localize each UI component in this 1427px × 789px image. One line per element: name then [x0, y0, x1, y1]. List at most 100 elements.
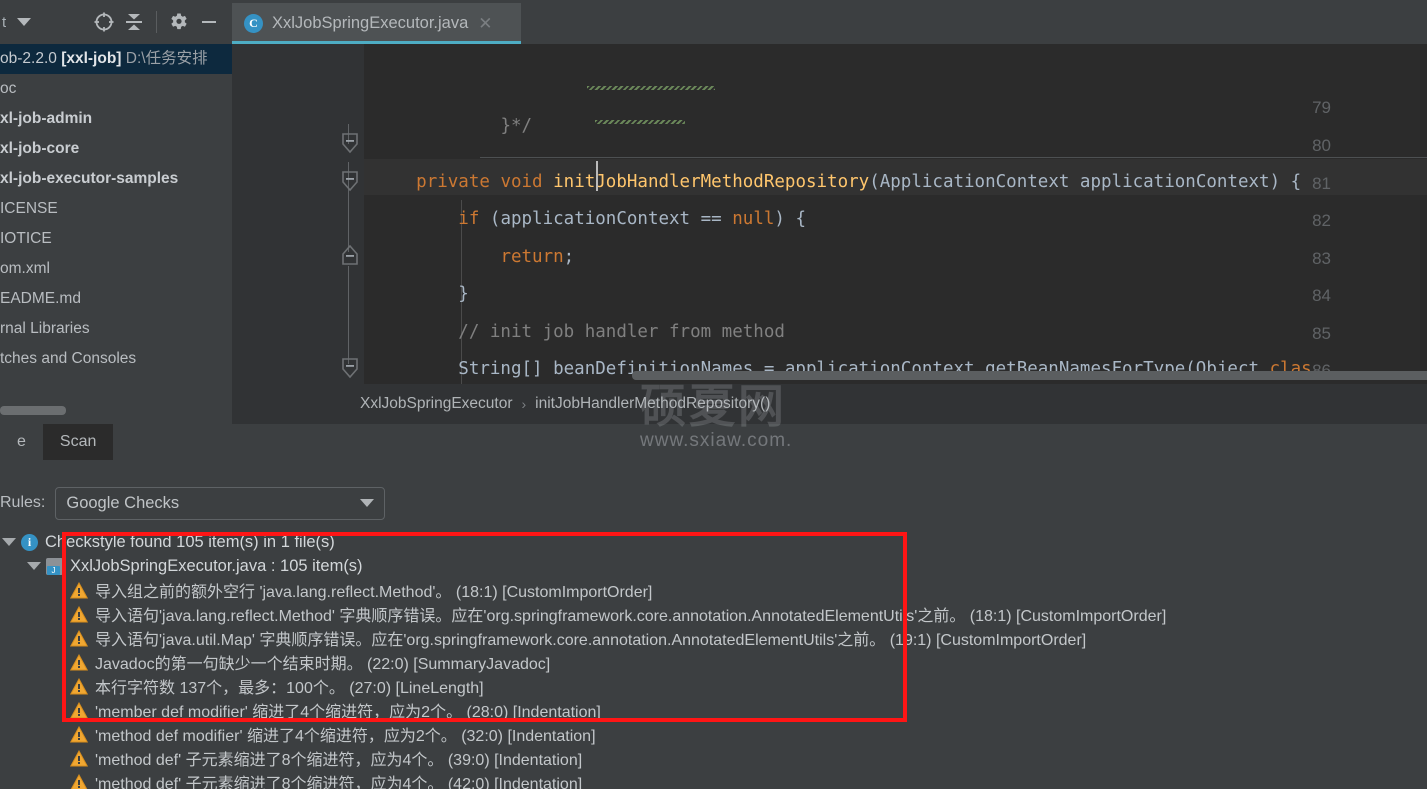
code-token: ) { [774, 209, 807, 229]
tree-item-label: tches and Consoles [0, 350, 137, 367]
crosshair-target-icon[interactable] [89, 7, 119, 37]
project-tree[interactable]: ob-2.2.0 [xxl-job] D:\任务安排 oc xl-job-adm… [0, 44, 232, 424]
toolbar-divider [156, 11, 157, 33]
warning-triangle-icon [69, 605, 89, 623]
project-toolwindow-toolbar: t [0, 0, 232, 44]
close-icon[interactable]: ✕ [478, 14, 492, 34]
checkstyle-tab-bar: e Scan [0, 424, 114, 460]
violation-message: 本行字符数 137个，最多：100个。 (27:0) [LineLength] [95, 680, 484, 697]
checkstyle-tab-e[interactable]: e [0, 424, 43, 460]
breadcrumb[interactable]: XxlJobSpringExecutor › initJobHandlerMet… [232, 384, 1427, 424]
code-token: } [374, 284, 469, 304]
tree-item-pom-xml[interactable]: om.xml [0, 254, 232, 284]
method-separator-line [480, 157, 1427, 158]
fold-collapse-icon[interactable] [340, 132, 358, 154]
tree-item-label: IOTICE [0, 230, 52, 247]
fold-collapse-icon[interactable] [340, 170, 358, 192]
editor-gutter[interactable] [232, 44, 364, 384]
triangle-down-icon[interactable] [2, 538, 16, 546]
violation-row[interactable]: 导入语句'java.util.Map' 字典顺序错误。应在'org.spring… [0, 626, 1427, 650]
code-editor[interactable]: 79 80 81 82 83 84 85 86 87 }*/ [232, 44, 1427, 384]
fold-collapse-end-icon[interactable] [340, 244, 358, 265]
tree-item-doc[interactable]: oc [0, 74, 232, 104]
java-class-icon: C [244, 14, 263, 33]
rules-dropdown[interactable]: Google Checks [55, 486, 386, 520]
tree-item-label: oc [0, 80, 17, 97]
chevron-down-icon[interactable] [17, 18, 32, 26]
warning-triangle-icon [69, 725, 89, 743]
code-line-81: private void initJobHandlerMethodReposit… [374, 172, 1301, 192]
violation-row[interactable]: 'method def modifier' 缩进了4个缩进符，应为2个。 (32… [0, 722, 1427, 746]
code-line-83: return; [374, 247, 574, 267]
warning-squiggle [587, 86, 715, 90]
code-token: (applicationContext == [479, 209, 733, 229]
breadcrumb-class[interactable]: XxlJobSpringExecutor [360, 395, 513, 413]
warning-triangle-icon [69, 701, 89, 719]
code-token: return [500, 247, 564, 267]
code-token: (ApplicationContext applicationContext) … [869, 172, 1302, 192]
code-token: private void [416, 172, 554, 192]
tree-item-label: xl-job-executor-samples [0, 170, 179, 187]
rules-label: Rules: [0, 494, 46, 511]
violation-message: Javadoc的第一句缺少一个结束时期。 (22:0) [SummaryJava… [95, 656, 551, 673]
rules-selector-row: Rules: Google Checks [0, 486, 386, 520]
tree-item-external-libraries[interactable]: rnal Libraries [0, 314, 232, 344]
violation-row[interactable]: 'method def' 子元素缩进了8个缩进符，应为4个。 (42:0) [I… [0, 770, 1427, 789]
warning-triangle-icon [69, 749, 89, 767]
violation-message: 'member def modifier' 缩进了4个缩进符，应为2个。 (28… [95, 704, 601, 721]
breadcrumb-method[interactable]: initJobHandlerMethodRepository() [535, 395, 770, 413]
gear-icon[interactable] [164, 7, 194, 37]
tree-item-scratches-and-consoles[interactable]: tches and Consoles [0, 344, 232, 374]
violation-message: 'method def modifier' 缩进了4个缩进符，应为2个。 (32… [95, 728, 596, 745]
checkstyle-panel: e Scan Rules: Google Checks i Checkstyle… [0, 424, 1427, 789]
tree-item-readme-md[interactable]: EADME.md [0, 284, 232, 314]
tree-item-label: xl-job-admin [0, 110, 93, 127]
tree-item-label: xl-job-core [0, 140, 80, 157]
violation-row[interactable]: 导入语句'java.lang.reflect.Method' 字典顺序错误。应在… [0, 602, 1427, 626]
fold-collapse-icon[interactable] [340, 357, 358, 379]
tree-item-xxl-job-core[interactable]: xl-job-core [0, 134, 232, 164]
tree-item-label: rnal Libraries [0, 320, 90, 337]
tree-item-xxl-job-admin[interactable]: xl-job-admin [0, 104, 232, 134]
violation-message: 'method def' 子元素缩进了8个缩进符，应为4个。 (42:0) [I… [95, 776, 583, 789]
toolwindow-title: t [2, 13, 7, 31]
violation-row[interactable]: 本行字符数 137个，最多：100个。 (27:0) [LineLength] [0, 674, 1427, 698]
code-token: ; [563, 247, 575, 267]
violation-message: 'method def' 子元素缩进了8个缩进符，应为4个。 (39:0) [I… [95, 752, 583, 769]
tree-item-label: om.xml [0, 260, 50, 277]
triangle-down-icon[interactable] [27, 562, 41, 570]
checkstyle-results-tree[interactable]: i Checkstyle found 105 item(s) in 1 file… [0, 530, 1427, 789]
code-token: }*/ [458, 116, 533, 136]
violation-row[interactable]: 'member def modifier' 缩进了4个缩进符，应为2个。 (28… [0, 698, 1427, 722]
tab-label: Scan [59, 433, 97, 450]
editor-horizontal-scrollbar[interactable] [632, 371, 1427, 380]
violation-row[interactable]: 导入组之前的额外空行 'java.lang.reflect.Method'。 (… [0, 578, 1427, 602]
info-circle-icon: i [21, 533, 38, 551]
minimize-icon[interactable] [194, 7, 224, 37]
tree-item-xxl-job-executor-samples[interactable]: xl-job-executor-samples [0, 164, 232, 194]
warning-triangle-icon [69, 653, 89, 671]
tree-item-label: ICENSE [0, 200, 58, 217]
warning-triangle-icon [69, 581, 89, 599]
checkstyle-tab-scan[interactable]: Scan [42, 424, 114, 460]
tree-item-label: EADME.md [0, 290, 81, 307]
tab-label: e [17, 433, 26, 450]
code-line-84: } [374, 284, 469, 304]
ide-window: t ob-2.2.0 [xxl-job] D:\任务安排 oc xl-job-a… [0, 0, 1427, 789]
editor-code-area[interactable]: }*/ private void initJobHandlerMethodRep… [364, 44, 1427, 384]
results-summary-row[interactable]: i Checkstyle found 105 item(s) in 1 file… [0, 530, 1427, 554]
violation-row[interactable]: Javadoc的第一句缺少一个结束时期。 (22:0) [SummaryJava… [0, 650, 1427, 674]
collapse-all-icon[interactable] [119, 7, 149, 37]
results-file-row[interactable]: J XxlJobSpringExecutor.java : 105 item(s… [0, 554, 1427, 578]
violation-row[interactable]: 'method def' 子元素缩进了8个缩进符，应为4个。 (39:0) [I… [0, 746, 1427, 770]
sidebar-horizontal-scrollbar[interactable] [0, 406, 66, 415]
editor-tab-xxljobspringexecutor[interactable]: C XxlJobSpringExecutor.java ✕ [232, 3, 521, 44]
tree-item-notice[interactable]: IOTICE [0, 224, 232, 254]
tree-item-project-root[interactable]: ob-2.2.0 [xxl-job] D:\任务安排 [0, 44, 232, 74]
rules-dropdown-value: Google Checks [66, 493, 180, 512]
code-line-82: if (applicationContext == null) { [374, 209, 806, 229]
chevron-down-icon[interactable] [360, 499, 375, 507]
tree-item-license[interactable]: ICENSE [0, 194, 232, 224]
